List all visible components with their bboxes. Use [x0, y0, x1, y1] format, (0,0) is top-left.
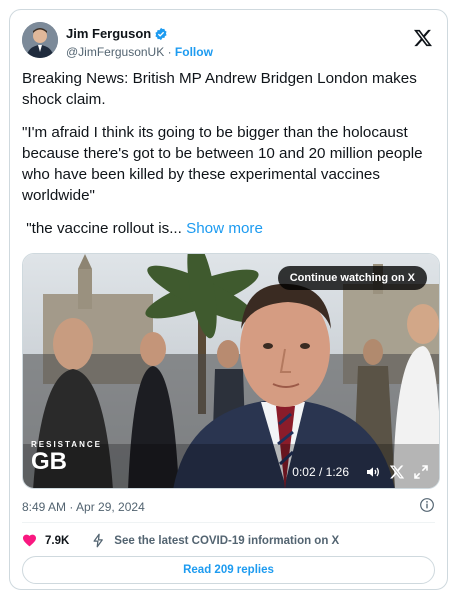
- video-player[interactable]: Continue watching on X RESISTANCE GB 0:0…: [22, 253, 440, 489]
- author-handle[interactable]: @JimFergusonUK: [66, 45, 164, 59]
- tweet-paragraph-3: "the vaccine rollout is... Show more: [22, 218, 437, 239]
- x-logo-icon[interactable]: [413, 28, 433, 48]
- volume-icon[interactable]: [365, 464, 381, 480]
- video-controls: 0:02 / 1:26: [292, 464, 429, 480]
- tweet-text: Breaking News: British MP Andrew Bridgen…: [22, 68, 437, 251]
- show-more-link[interactable]: Show more: [186, 220, 263, 237]
- info-icon[interactable]: [419, 497, 435, 513]
- divider: [22, 522, 435, 523]
- avatar[interactable]: [22, 22, 58, 58]
- channel-logo-text: GB: [31, 448, 67, 475]
- tweet-paragraph-2: "I'm afraid I think its going to be bigg…: [22, 124, 423, 204]
- read-replies-button[interactable]: Read 209 replies: [22, 556, 435, 584]
- tweet-timestamp[interactable]: 8:49 AM · Apr 29, 2024: [22, 500, 145, 514]
- heart-icon: [23, 534, 36, 547]
- author-name-row: Jim Ferguson: [66, 26, 168, 41]
- action-bar: 7.9K See the latest COVID-19 information…: [22, 533, 339, 548]
- like-button[interactable]: 7.9K: [22, 533, 69, 548]
- verified-badge-icon: [155, 27, 167, 40]
- like-count: 7.9K: [45, 534, 70, 547]
- continue-watching-button[interactable]: Continue watching on X: [277, 266, 427, 290]
- truncated-text: "the vaccine rollout is...: [22, 220, 182, 237]
- tweet-card: Jim Ferguson @JimFergusonUK · Follow Bre…: [9, 9, 448, 590]
- handle-row: @JimFergusonUK · Follow: [66, 45, 213, 59]
- covid-info-link[interactable]: See the latest COVID-19 information on X: [91, 533, 339, 548]
- x-small-icon[interactable]: [389, 464, 405, 480]
- channel-logo: RESISTANCE GB: [31, 440, 102, 475]
- tweet-paragraph-1: Breaking News: British MP Andrew Bridgen…: [22, 70, 417, 108]
- fullscreen-icon[interactable]: [413, 464, 429, 480]
- tweet-header: Jim Ferguson @JimFergusonUK · Follow: [22, 20, 435, 64]
- author-name[interactable]: Jim Ferguson: [66, 26, 151, 41]
- channel-logo-main: GB: [31, 449, 102, 475]
- lightning-icon: [93, 533, 104, 548]
- video-time: 0:02 / 1:26: [292, 465, 349, 479]
- covid-info-label: See the latest COVID-19 information on X: [114, 534, 340, 547]
- follow-button[interactable]: Follow: [175, 45, 213, 59]
- handle-separator: ·: [167, 45, 172, 59]
